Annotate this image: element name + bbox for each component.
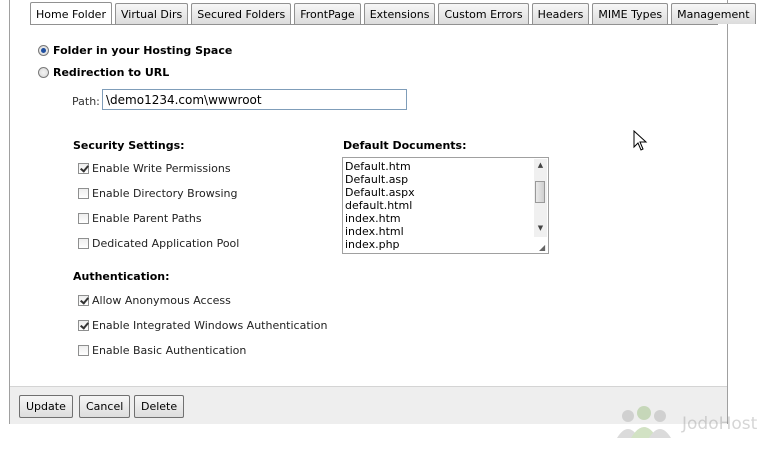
radio-folder-in-hosting-space[interactable] (38, 45, 49, 56)
list-item[interactable]: default.html (345, 199, 548, 212)
list-scrollbar[interactable]: ▲ ▼ (534, 159, 547, 237)
checkbox-label: Enable Directory Browsing (92, 187, 238, 200)
tab-bar: Home Folder Virtual Dirs Secured Folders… (30, 2, 756, 25)
tab-frontpage[interactable]: FrontPage (294, 3, 361, 24)
checkbox-integrated-windows-auth[interactable] (78, 320, 89, 331)
list-item[interactable]: Default.htm (345, 160, 548, 173)
update-button[interactable]: Update (19, 395, 73, 418)
checkbox-enable-parent-paths[interactable] (78, 213, 89, 224)
resize-grip-icon[interactable]: ◢ (539, 244, 547, 252)
cb-row-write-permissions[interactable]: Enable Write Permissions (78, 162, 231, 175)
checkbox-enable-write-permissions[interactable] (78, 163, 89, 174)
scroll-up-arrow-icon[interactable]: ▲ (534, 159, 547, 172)
radio-redirect-row[interactable]: Redirection to URL (38, 66, 169, 79)
list-item[interactable]: Default.aspx (345, 186, 548, 199)
tab-management[interactable]: Management (671, 3, 756, 24)
scroll-thumb[interactable] (535, 181, 545, 203)
cancel-button[interactable]: Cancel (79, 395, 131, 418)
radio-redirect-label: Redirection to URL (53, 66, 170, 79)
checkbox-label: Allow Anonymous Access (92, 294, 231, 307)
checkbox-label: Enable Parent Paths (92, 212, 202, 225)
delete-button[interactable]: Delete (134, 395, 185, 418)
watermark: JodoHost (614, 404, 776, 450)
cb-row-anonymous-access[interactable]: Allow Anonymous Access (78, 294, 231, 307)
cb-row-windows-auth[interactable]: Enable Integrated Windows Authentication (78, 319, 327, 332)
radio-folder-label: Folder in your Hosting Space (53, 44, 233, 57)
tab-extensions[interactable]: Extensions (363, 3, 436, 24)
checkbox-dedicated-application-pool[interactable] (78, 238, 89, 249)
checkbox-enable-directory-browsing[interactable] (78, 188, 89, 199)
radio-folder-row[interactable]: Folder in your Hosting Space (38, 44, 232, 57)
scroll-down-arrow-icon[interactable]: ▼ (534, 222, 547, 235)
checkbox-label: Dedicated Application Pool (92, 237, 240, 250)
tab-secured-folders[interactable]: Secured Folders (191, 3, 292, 24)
cb-row-basic-auth[interactable]: Enable Basic Authentication (78, 344, 246, 357)
radio-redirection-to-url[interactable] (38, 67, 49, 78)
path-label: Path: (72, 95, 100, 108)
tab-custom-errors[interactable]: Custom Errors (438, 3, 529, 24)
list-item[interactable]: index.htm (345, 212, 548, 225)
mouse-cursor-icon (633, 130, 648, 151)
tab-home-folder[interactable]: Home Folder (30, 2, 112, 25)
security-settings-title: Security Settings: (73, 139, 185, 152)
tab-headers[interactable]: Headers (531, 3, 590, 24)
list-item[interactable]: index.html (345, 225, 548, 238)
checkbox-label: Enable Basic Authentication (92, 344, 247, 357)
checkbox-label: Enable Integrated Windows Authentication (92, 319, 328, 332)
tab-virtual-dirs[interactable]: Virtual Dirs (114, 3, 189, 24)
checkbox-label: Enable Write Permissions (92, 162, 231, 175)
cb-row-dedicated-app-pool[interactable]: Dedicated Application Pool (78, 237, 239, 250)
authentication-title: Authentication: (73, 270, 170, 283)
default-documents-list[interactable]: Default.htm Default.asp Default.aspx def… (342, 157, 549, 254)
watermark-text: JodoHost (682, 414, 758, 434)
checkbox-allow-anonymous-access[interactable] (78, 295, 89, 306)
default-documents-title: Default Documents: (343, 139, 467, 152)
cb-row-parent-paths[interactable]: Enable Parent Paths (78, 212, 202, 225)
checkbox-basic-authentication[interactable] (78, 345, 89, 356)
tab-mime-types[interactable]: MIME Types (592, 3, 669, 24)
path-input[interactable] (102, 89, 407, 110)
tab-divider (30, 24, 718, 25)
list-item[interactable]: Default.asp (345, 173, 548, 186)
people-logo-icon (617, 406, 671, 438)
list-item[interactable]: index.php (345, 238, 548, 251)
cb-row-directory-browsing[interactable]: Enable Directory Browsing (78, 187, 237, 200)
